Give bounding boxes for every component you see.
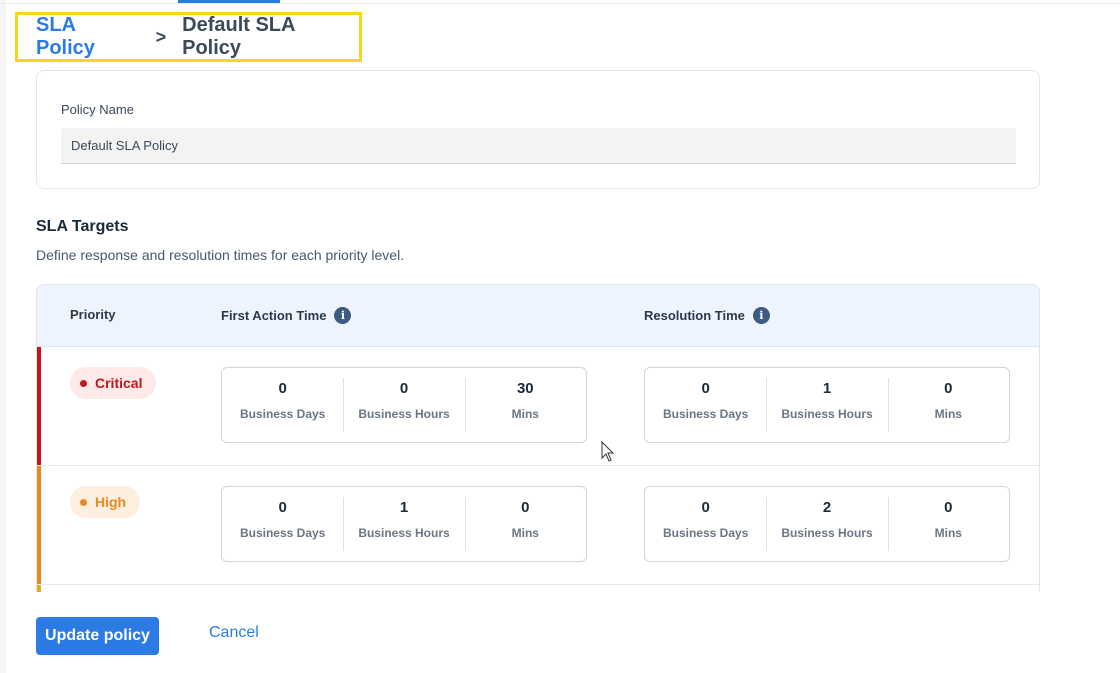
resolution-time-input[interactable]: 0 Business Days 1 Business Hours 0 Mins: [644, 367, 1010, 443]
business-hours-value[interactable]: 1: [343, 499, 464, 516]
mins-label: Mins: [511, 526, 539, 540]
sla-targets-description: Define response and resolution times for…: [36, 247, 405, 263]
first-action-time-input[interactable]: 0 Business Days 0 Business Hours 30 Mins: [221, 367, 587, 443]
info-icon[interactable]: i: [334, 307, 352, 324]
business-days-field[interactable]: 0 Business Days: [222, 368, 343, 442]
info-icon[interactable]: i: [752, 307, 770, 324]
business-days-value[interactable]: 0: [222, 499, 343, 516]
business-hours-field[interactable]: 1 Business Hours: [766, 368, 887, 442]
mins-field[interactable]: 0 Mins: [464, 487, 586, 561]
priority-dot: [80, 498, 87, 506]
priority-dot: [80, 379, 87, 387]
business-days-label: Business Days: [239, 526, 326, 540]
left-rail: [0, 0, 6, 673]
priority-badge: High: [70, 486, 141, 518]
business-hours-label: Business Hours: [358, 407, 450, 421]
table-header: Priority First Action Time i Resolution …: [37, 285, 1039, 347]
business-days-field[interactable]: 0 Business Days: [645, 368, 766, 442]
business-hours-label: Business Hours: [781, 407, 873, 421]
top-tab-strip: [0, 0, 1120, 4]
priority-label: Critical: [95, 375, 143, 391]
business-days-label: Business Days: [662, 526, 749, 540]
mins-field[interactable]: 30 Mins: [464, 368, 586, 442]
business-days-label: Business Days: [239, 407, 326, 421]
active-tab-indicator: [178, 0, 280, 3]
business-days-value[interactable]: 0: [645, 499, 766, 516]
table-row: [37, 585, 1039, 592]
table-row: High 0 Business Days 1 Business Hours 0 …: [37, 466, 1039, 585]
business-days-value[interactable]: 0: [222, 380, 343, 397]
chevron-right-icon: >: [155, 26, 167, 47]
priority-badge: Critical: [70, 367, 157, 399]
priority-color-bar: [37, 585, 41, 592]
business-days-label: Business Days: [662, 407, 749, 421]
mins-value[interactable]: 0: [888, 380, 1009, 397]
column-header-resolution: Resolution Time i: [644, 307, 770, 324]
breadcrumb-link-sla-policy[interactable]: SLA Policy: [36, 14, 140, 60]
business-hours-label: Business Hours: [781, 526, 873, 540]
mins-label: Mins: [934, 407, 962, 421]
mins-field[interactable]: 0 Mins: [887, 368, 1009, 442]
mins-value[interactable]: 0: [465, 499, 586, 516]
business-hours-field[interactable]: 0 Business Hours: [343, 368, 464, 442]
business-days-field[interactable]: 0 Business Days: [645, 487, 766, 561]
business-days-field[interactable]: 0 Business Days: [222, 487, 343, 561]
business-hours-value[interactable]: 2: [766, 499, 887, 516]
mins-value[interactable]: 30: [465, 380, 586, 397]
business-days-value[interactable]: 0: [645, 380, 766, 397]
business-hours-value[interactable]: 1: [766, 380, 887, 397]
sla-targets-table: Priority First Action Time i Resolution …: [36, 284, 1040, 592]
first-action-time-input[interactable]: 0 Business Days 1 Business Hours 0 Mins: [221, 486, 587, 562]
page-title: Default SLA Policy: [182, 14, 295, 59]
cancel-button[interactable]: Cancel: [209, 624, 259, 642]
column-header-priority: Priority: [70, 307, 116, 322]
mouse-cursor-icon: [601, 441, 615, 462]
business-hours-label: Business Hours: [358, 526, 450, 540]
breadcrumb: SLA Policy > Default SLA Policy: [15, 12, 362, 62]
priority-color-bar: [37, 466, 41, 584]
business-hours-field[interactable]: 1 Business Hours: [343, 487, 464, 561]
policy-name-label: Policy Name: [61, 102, 134, 117]
column-header-first-action: First Action Time i: [221, 307, 352, 324]
policy-name-card: Policy Name: [36, 70, 1040, 189]
update-policy-button[interactable]: Update policy: [36, 617, 159, 655]
mins-field[interactable]: 0 Mins: [887, 487, 1009, 561]
column-header-priority-label: Priority: [70, 307, 116, 322]
mins-label: Mins: [934, 526, 962, 540]
column-header-resolution-label: Resolution Time: [644, 308, 745, 323]
policy-name-input[interactable]: [61, 128, 1016, 164]
mins-value[interactable]: 0: [888, 499, 1009, 516]
column-header-first-action-label: First Action Time: [221, 308, 327, 323]
business-hours-field[interactable]: 2 Business Hours: [766, 487, 887, 561]
business-hours-value[interactable]: 0: [343, 380, 464, 397]
resolution-time-input[interactable]: 0 Business Days 2 Business Hours 0 Mins: [644, 486, 1010, 562]
priority-label: High: [95, 494, 127, 510]
mins-label: Mins: [511, 407, 539, 421]
sla-targets-title: SLA Targets: [36, 218, 129, 235]
table-row: Critical 0 Business Days 0 Business Hour…: [37, 347, 1039, 466]
priority-color-bar: [37, 347, 41, 465]
